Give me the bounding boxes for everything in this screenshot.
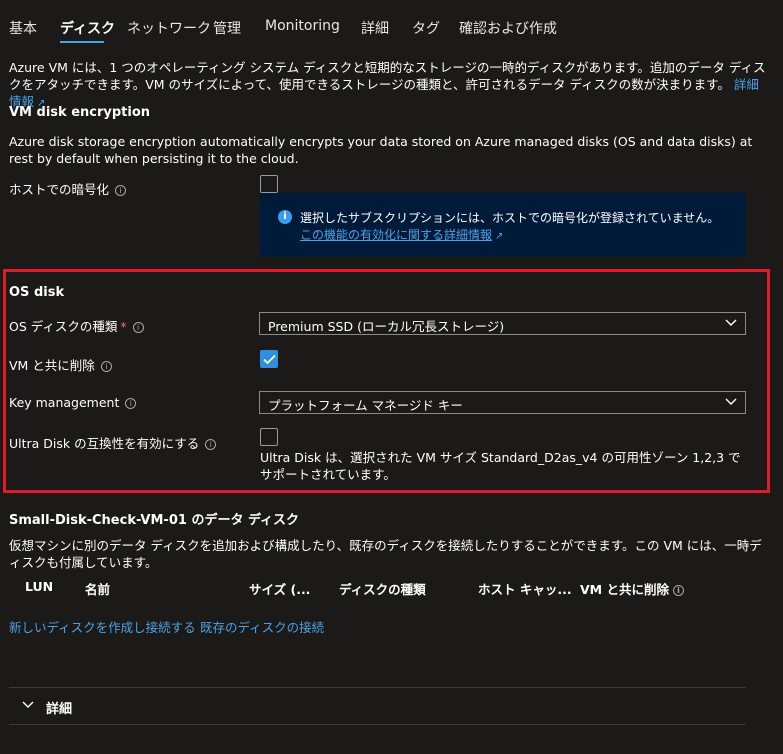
info-banner-text: 選択したサブスクリプションには、ホストでの暗号化が登録されていません。 [300, 211, 720, 225]
tab-advanced[interactable]: 詳細 [361, 18, 389, 38]
host-encryption-label-text: ホストでの暗号化 [9, 182, 110, 197]
key-management-label: Key management i [9, 395, 137, 410]
external-link-icon: ↗ [495, 231, 504, 242]
os-disk-heading: OS disk [9, 285, 65, 300]
checkmark-icon [263, 354, 276, 365]
divider [9, 724, 746, 725]
column-name[interactable]: 名前 [85, 579, 110, 598]
encryption-description: Azure disk storage encryption automatica… [9, 134, 753, 166]
host-encryption-checkbox[interactable] [260, 175, 278, 193]
tab-management[interactable]: 管理 [213, 18, 241, 38]
attach-existing-disk-link[interactable]: 既存のディスクの接続 [200, 617, 324, 636]
key-management-value: プラットフォーム マネージド キー [268, 398, 463, 413]
info-banner-link-row: この機能の有効化に関する詳細情報 ↗ [300, 226, 503, 243]
info-banner: i 選択したサブスクリプションには、ホストでの暗号化が登録されていません。 この… [260, 193, 746, 257]
key-management-label-text: Key management [9, 395, 120, 410]
column-lun[interactable]: LUN [25, 579, 53, 594]
info-icon[interactable]: i [100, 361, 112, 372]
tab-tags[interactable]: タグ [412, 18, 440, 38]
column-delete-with-vm-text: VM と共に削除 [580, 582, 669, 597]
encryption-heading: VM disk encryption [9, 105, 151, 120]
delete-with-vm-label: VM と共に削除 i [9, 355, 112, 374]
divider [9, 687, 746, 688]
info-circle-icon: i [278, 210, 292, 224]
ultra-disk-note: Ultra Disk は、選択された VM サイズ Standard_D2as_… [260, 450, 741, 482]
column-host-caching[interactable]: ホスト キャッ... [478, 579, 572, 598]
enable-feature-link[interactable]: この機能の有効化に関する詳細情報 [300, 228, 492, 242]
data-disks-description: 仮想マシンに別のデータ ディスクを追加および構成したり、既存のディスクを接続した… [9, 538, 762, 570]
column-disk-type[interactable]: ディスクの種類 [339, 579, 426, 598]
os-disk-type-select[interactable]: Premium SSD (ローカル冗長ストレージ) [259, 312, 746, 335]
info-icon[interactable]: i [205, 439, 217, 450]
tab-disks[interactable]: ディスク [60, 18, 115, 38]
info-icon[interactable]: i [125, 398, 137, 409]
details-expander[interactable]: 詳細 [9, 689, 746, 723]
chevron-down-icon [725, 319, 737, 326]
tab-bar: 基本 ディスク ネットワーク 管理 Monitoring 詳細 タグ 確認および… [0, 0, 783, 44]
info-icon[interactable]: i [672, 585, 684, 596]
details-label: 詳細 [46, 702, 73, 717]
tab-networking[interactable]: ネットワーク [127, 18, 211, 38]
data-disks-heading: Small-Disk-Check-VM-01 のデータ ディスク [9, 513, 300, 528]
ultra-disk-label-text: Ultra Disk の互換性を有効にする [9, 436, 200, 451]
disks-page: 基本 ディスク ネットワーク 管理 Monitoring 詳細 タグ 確認および… [0, 0, 783, 754]
chevron-down-icon [725, 398, 737, 405]
key-management-select[interactable]: プラットフォーム マネージド キー [259, 391, 746, 414]
intro-text: Azure VM には、1 つのオペレーティング システム ディスクと短期的なス… [9, 60, 766, 92]
info-icon[interactable]: i [115, 185, 127, 196]
delete-with-vm-label-text: VM と共に削除 [9, 358, 95, 373]
tab-review-create[interactable]: 確認および作成 [459, 18, 557, 38]
tab-monitoring[interactable]: Monitoring [265, 18, 340, 34]
ultra-disk-checkbox[interactable] [260, 428, 278, 446]
os-disk-type-label-text: OS ディスクの種類 [9, 319, 118, 334]
required-mark: * [120, 319, 127, 334]
create-attach-disk-link[interactable]: 新しいディスクを作成し接続する [9, 617, 196, 636]
column-size[interactable]: サイズ (... [249, 579, 310, 598]
active-tab-indicator [60, 41, 104, 43]
tab-basics[interactable]: 基本 [9, 18, 37, 38]
ultra-disk-label: Ultra Disk の互換性を有効にする i [9, 433, 217, 452]
host-encryption-label: ホストでの暗号化 i [9, 179, 127, 198]
os-disk-type-label: OS ディスクの種類 * i [9, 316, 144, 335]
info-icon[interactable]: i [132, 322, 144, 333]
column-delete-with-vm[interactable]: VM と共に削除 i [580, 579, 684, 598]
os-disk-type-value: Premium SSD (ローカル冗長ストレージ) [268, 319, 505, 334]
delete-with-vm-checkbox[interactable] [260, 350, 278, 368]
chevron-down-icon [22, 701, 34, 708]
